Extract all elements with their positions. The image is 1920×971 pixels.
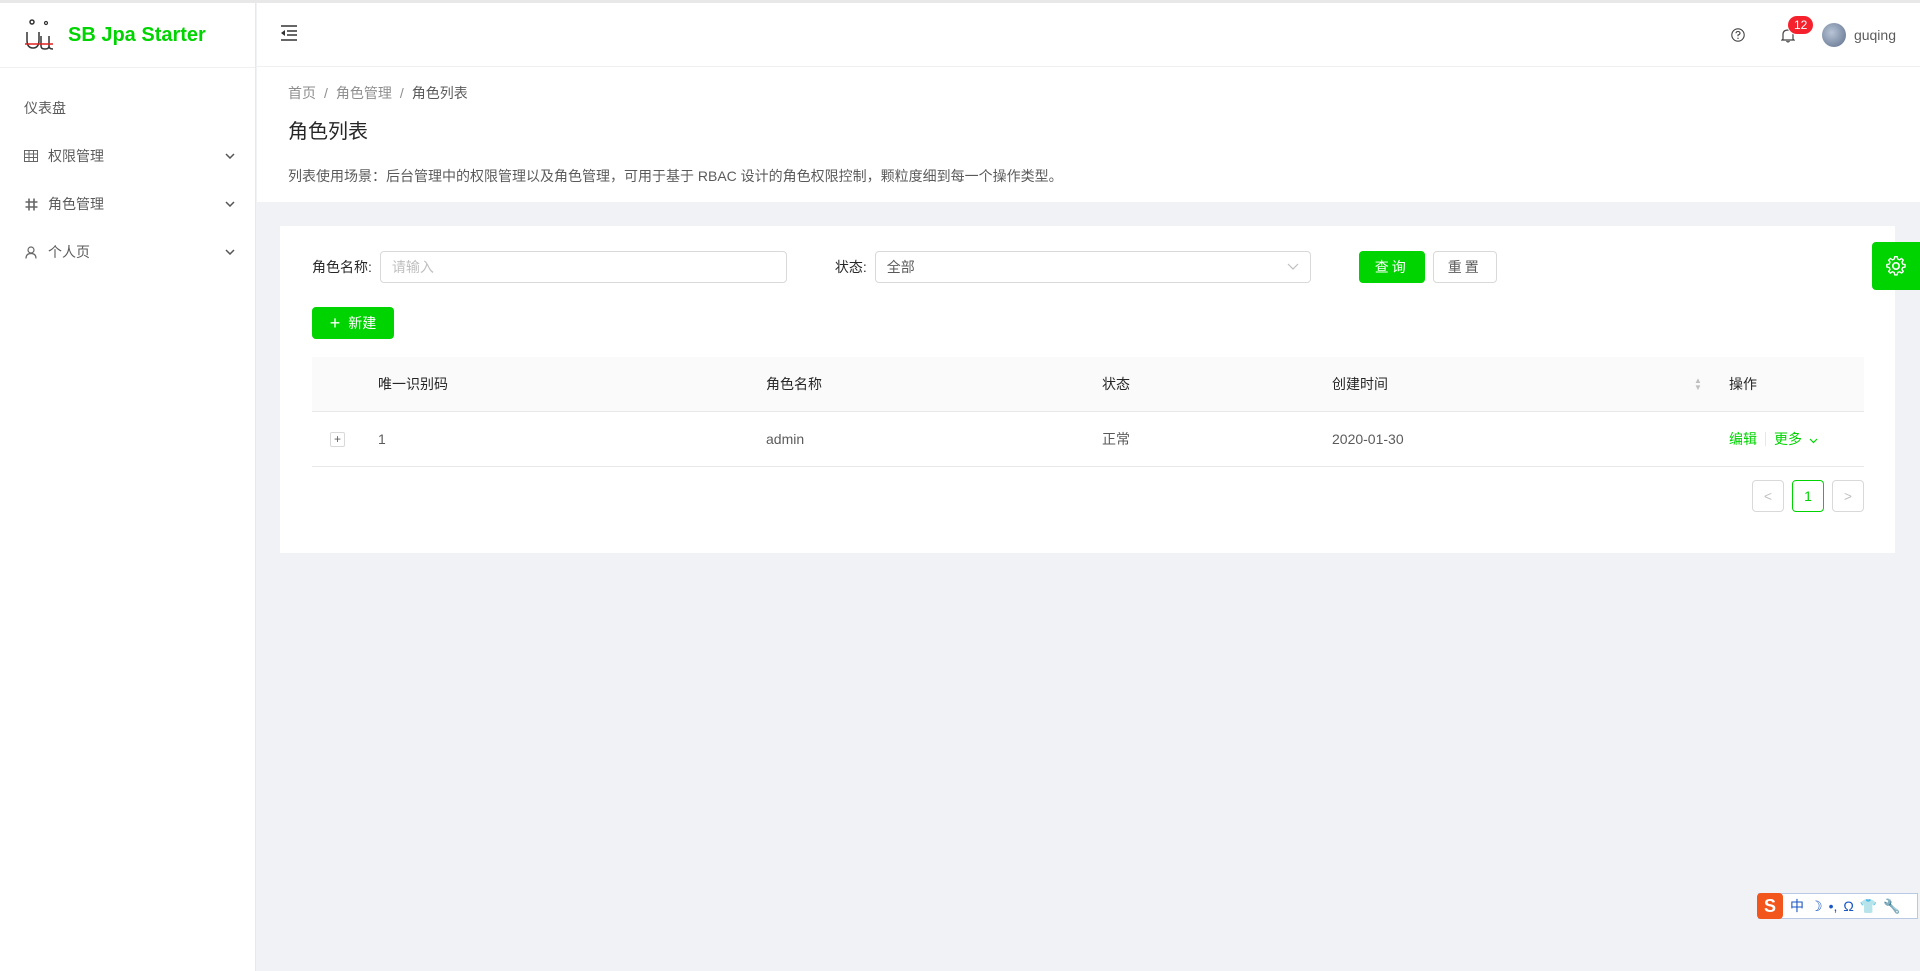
slack-icon xyxy=(24,197,38,211)
sidebar: SB Jpa Starter 仪表盘 权限管理 角色管理 个人页 xyxy=(0,3,256,971)
role-name-label: 角色名称: xyxy=(312,259,372,275)
notification-bell[interactable]: 12 xyxy=(1780,16,1814,43)
sidebar-item-label: 权限管理 xyxy=(48,148,104,164)
sidebar-menu: 仪表盘 权限管理 角色管理 个人页 xyxy=(0,84,255,276)
ime-logo: S xyxy=(1757,893,1783,919)
chevron-down-icon xyxy=(225,247,235,258)
status-select[interactable]: 全部 xyxy=(874,251,1311,283)
add-role-label: 新建 xyxy=(348,315,377,331)
settings-drawer-handle[interactable] xyxy=(1872,242,1920,290)
next-page-button[interactable]: > xyxy=(1832,480,1864,512)
header-actions: 12 guqing xyxy=(1716,3,1896,67)
page-1-button[interactable]: 1 xyxy=(1792,480,1824,512)
query-button[interactable]: 查询 xyxy=(1358,251,1425,283)
table-header: 唯一识别码 角色名称 状态 创建时间 ▲ ▼ 操作 xyxy=(312,357,1864,412)
roles-table: 唯一识别码 角色名称 状态 创建时间 ▲ ▼ 操作 + 1 admin 正常 20… xyxy=(312,357,1864,467)
breadcrumb-current: 角色列表 xyxy=(411,85,468,101)
logo[interactable]: SB Jpa Starter xyxy=(0,3,255,68)
skin-icon[interactable]: 👕 xyxy=(1860,898,1877,915)
chevron-down-icon xyxy=(225,151,235,162)
ime-toolbar[interactable]: S 中 ☽ •, Ω 👕 🔧 xyxy=(1757,893,1918,919)
sort-icon[interactable]: ▲ ▼ xyxy=(1694,357,1702,411)
action-divider xyxy=(1765,432,1766,446)
cell-actions: 编辑 更多 xyxy=(1729,412,1818,466)
table-row: + 1 admin 正常 2020-01-30 编辑 更多 xyxy=(312,412,1864,467)
sidebar-item-label: 个人页 xyxy=(48,244,90,260)
row-expand[interactable]: + xyxy=(330,412,345,466)
user-icon xyxy=(24,245,38,259)
cell-status: 正常 xyxy=(1102,431,1130,447)
column-header-actions: 操作 xyxy=(1729,376,1757,392)
menu-fold-icon[interactable] xyxy=(279,23,299,43)
page-header: 首页 / 角色管理 / 角色列表 角色列表 列表使用场景：后台管理中的权限管理以及角色管… xyxy=(257,67,1920,202)
status-label: 状态: xyxy=(834,259,867,275)
reset-button[interactable]: 重置 xyxy=(1432,251,1497,283)
more-dropdown[interactable]: 更多 xyxy=(1774,429,1818,449)
gear-icon xyxy=(1886,256,1906,276)
notification-badge: 12 xyxy=(1787,16,1814,34)
column-header-role-name: 角色名称 xyxy=(766,376,822,392)
breadcrumb-home[interactable]: 首页 xyxy=(288,85,316,101)
chevron-down-icon xyxy=(1809,438,1818,444)
column-header-status: 状态 xyxy=(1102,376,1130,392)
cell-created: 2020-01-30 xyxy=(1332,431,1404,447)
plus-icon: + xyxy=(329,313,341,333)
page-description: 列表使用场景：后台管理中的权限管理以及角色管理，可用于基于 RBAC 设计的角色… xyxy=(288,168,1063,184)
table-icon xyxy=(24,149,38,163)
wrench-icon[interactable]: 🔧 xyxy=(1883,898,1900,915)
chevron-down-icon xyxy=(1287,263,1299,270)
user-menu[interactable]: guqing xyxy=(1821,23,1896,47)
chevron-down-icon xyxy=(225,199,235,210)
moon-icon[interactable]: ☽ xyxy=(1810,898,1823,915)
avatar xyxy=(1821,23,1846,47)
top-header: 12 guqing xyxy=(257,3,1920,67)
add-role-button[interactable]: + 新建 xyxy=(312,307,394,339)
edit-link[interactable]: 编辑 xyxy=(1729,429,1757,449)
content-card: 角色名称: 状态: 全部 查询 重置 + 新建 唯一识别码 角色名称 状态 创建… xyxy=(280,226,1895,553)
prev-page-button[interactable]: < xyxy=(1752,480,1784,512)
breadcrumb-separator: / xyxy=(324,85,328,101)
breadcrumb: 首页 / 角色管理 / 角色列表 xyxy=(288,83,1888,103)
question-icon[interactable] xyxy=(1730,27,1746,43)
sidebar-item-dashboard[interactable]: 仪表盘 xyxy=(0,84,255,132)
column-header-id: 唯一识别码 xyxy=(378,376,448,392)
breadcrumb-separator: / xyxy=(399,85,404,101)
breadcrumb-parent[interactable]: 角色管理 xyxy=(336,85,392,101)
search-form: 角色名称: 状态: 全部 查询 重置 xyxy=(312,251,1497,283)
sidebar-item-permissions[interactable]: 权限管理 xyxy=(0,132,255,180)
cell-role-name: admin xyxy=(766,431,805,447)
username: guqing xyxy=(1853,27,1896,43)
logo-icon xyxy=(25,19,54,50)
role-name-input[interactable] xyxy=(379,251,787,283)
pagination: < 1 > xyxy=(1744,480,1864,512)
more-label: 更多 xyxy=(1774,431,1802,447)
app-title: SB Jpa Starter xyxy=(68,23,206,46)
omega-icon[interactable]: Ω xyxy=(1843,898,1853,914)
sidebar-item-label: 仪表盘 xyxy=(24,100,66,116)
status-select-value: 全部 xyxy=(886,259,915,275)
expand-icon: + xyxy=(330,431,345,447)
cell-id: 1 xyxy=(378,431,386,447)
column-header-created[interactable]: 创建时间 xyxy=(1332,357,1388,411)
page-title: 角色列表 xyxy=(288,121,368,143)
ime-mode[interactable]: 中 xyxy=(1790,896,1804,916)
sidebar-item-label: 角色管理 xyxy=(48,196,104,212)
sidebar-item-roles[interactable]: 角色管理 xyxy=(0,180,255,228)
punctuation-icon[interactable]: •, xyxy=(1829,898,1838,914)
sidebar-item-profile[interactable]: 个人页 xyxy=(0,228,255,276)
